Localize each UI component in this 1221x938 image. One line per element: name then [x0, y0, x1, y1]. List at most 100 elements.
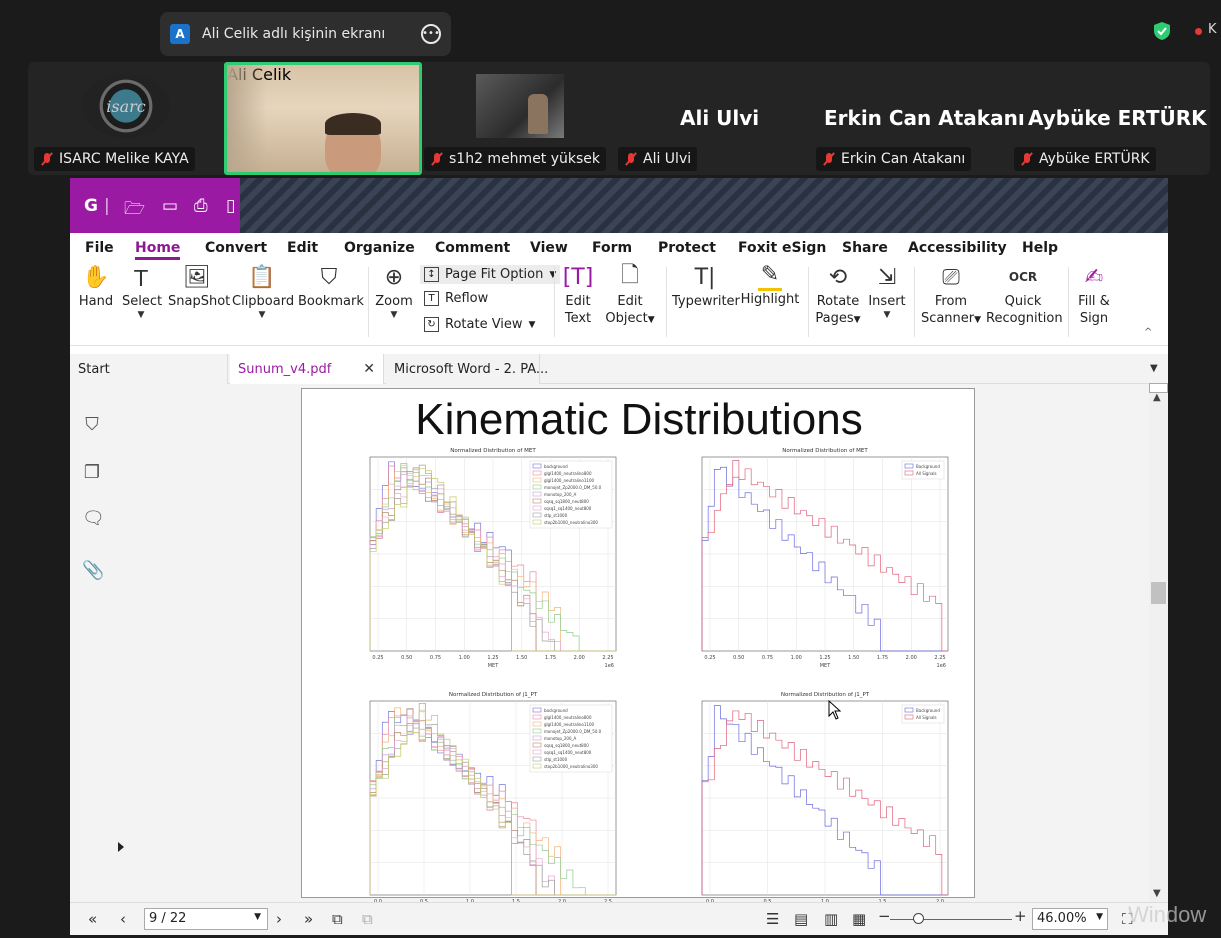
- menu-home[interactable]: Home: [135, 240, 181, 260]
- x-tick-label: 1.75: [545, 655, 556, 661]
- more-options-icon[interactable]: •••: [421, 24, 441, 44]
- edit-text-button[interactable]: [T] Edit Text: [560, 261, 596, 327]
- rotate-view-button[interactable]: ↻ Rotate View ▼: [424, 317, 535, 332]
- participant-display-name: Aybüke ERTÜRK: [1028, 106, 1207, 130]
- continuous-page-icon[interactable]: ▤: [794, 910, 808, 928]
- rotate-pages-button[interactable]: ⟲ Rotate Pages▼: [814, 261, 862, 329]
- zoom-level-input[interactable]: 46.00% ▼: [1032, 908, 1108, 930]
- menu-organize[interactable]: Organize: [344, 240, 415, 256]
- participant-tile[interactable]: Ali Ulvi Ali Ulvi: [618, 62, 808, 175]
- open-file-icon[interactable]: 🗁: [124, 196, 145, 225]
- continuous-facing-icon[interactable]: ▦: [852, 910, 866, 928]
- screen-share-banner[interactable]: A Ali Celik adlı kişinin ekranı •••: [160, 12, 451, 56]
- highlight-button[interactable]: ✎ Highlight: [740, 261, 800, 308]
- menu-accessibility[interactable]: Accessibility: [908, 240, 1007, 256]
- from-scanner-button[interactable]: ⎚ From Scanner▼: [920, 261, 982, 329]
- save-icon[interactable]: ▭: [162, 196, 178, 216]
- single-page-icon[interactable]: ☰: [766, 910, 779, 928]
- quick-recognition-button[interactable]: OCR Quick Recognition: [986, 261, 1063, 327]
- first-page-icon[interactable]: «: [88, 910, 97, 928]
- bookmark-panel-icon[interactable]: ⛉: [82, 414, 102, 436]
- legend-entry: sqsq_sq1800_neut800: [544, 499, 589, 504]
- document-view[interactable]: Kinematic Distributions Normalized Distr…: [125, 384, 1149, 902]
- x-axis-label: MET: [820, 663, 831, 669]
- menu-help[interactable]: Help: [1022, 240, 1058, 256]
- x-tick-label: 2.00: [906, 655, 917, 661]
- clipboard-button[interactable]: 📋 Clipboard ▼: [232, 261, 294, 321]
- x-tick-label: 0.25: [372, 655, 383, 661]
- print-icon[interactable]: ⎙: [194, 196, 208, 216]
- participant-strip: isarc ISARC Melike KAYA Ali Celik s1h2 m…: [28, 62, 1210, 175]
- menu-edit[interactable]: Edit: [287, 240, 318, 256]
- previous-page-icon[interactable]: ‹: [120, 910, 126, 928]
- menu-foxit-esign[interactable]: Foxit eSign: [738, 240, 826, 256]
- legend-entry: stlp_st1000: [544, 513, 568, 518]
- active-speaker-video[interactable]: Ali Celik: [224, 62, 422, 175]
- last-page-icon[interactable]: »: [304, 910, 313, 928]
- menu-protect[interactable]: Protect: [658, 240, 716, 256]
- select-tool-button[interactable]: Ｔ Select ▼: [122, 261, 162, 320]
- edit-object-button[interactable]: 🗋 Edit Object▼: [602, 261, 658, 329]
- plot-title: Normalized Distribution of j1_PT: [781, 692, 870, 698]
- menu-view[interactable]: View: [530, 240, 568, 256]
- menu-comment[interactable]: Comment: [435, 240, 510, 256]
- mic-muted-icon: [40, 152, 54, 166]
- fill-and-sign-button[interactable]: ✍ Fill & Sign: [1074, 261, 1114, 327]
- tab-microsoft-word[interactable]: Microsoft Word - 2. PA...: [386, 354, 548, 384]
- legend-entry: All Signals: [916, 471, 937, 476]
- menu-file[interactable]: File: [85, 240, 114, 256]
- scrollbar-thumb[interactable]: [1151, 582, 1166, 604]
- menu-form[interactable]: Form: [592, 240, 632, 256]
- tab-sunum-v4[interactable]: Sunum_v4.pdf ✕: [230, 354, 384, 384]
- snapshot-button[interactable]: 🖼 SnapShot: [168, 261, 230, 310]
- scroll-up-icon[interactable]: ▲: [1153, 392, 1161, 403]
- next-view-icon[interactable]: ⧉: [362, 910, 373, 928]
- close-tab-icon[interactable]: ✕: [363, 361, 375, 377]
- tab-start[interactable]: Start: [70, 354, 228, 384]
- scroll-down-icon[interactable]: ▼: [1153, 888, 1161, 899]
- go-to-view-icon[interactable]: ⧉: [332, 910, 343, 928]
- legend-entry: monotop_200_A: [544, 492, 577, 497]
- typewriter-button[interactable]: T| Typewriter: [672, 261, 740, 310]
- zoom-slider[interactable]: [890, 919, 1012, 920]
- menu-convert[interactable]: Convert: [205, 240, 267, 256]
- participant-tile[interactable]: Aybüke ERTÜRK Aybüke ERTÜRK: [1014, 62, 1210, 175]
- page-fit-option-button[interactable]: ↕ Page Fit Option ▼: [420, 265, 561, 284]
- next-page-icon[interactable]: ›: [276, 910, 282, 928]
- chevron-down-icon: ▼: [390, 310, 398, 320]
- facing-page-icon[interactable]: ▥: [824, 910, 838, 928]
- comments-panel-icon[interactable]: 🗨: [82, 508, 105, 530]
- mic-muted-icon: [822, 152, 836, 166]
- mic-muted-icon: [624, 152, 638, 166]
- tab-list-dropdown-icon[interactable]: ▼: [1150, 363, 1158, 374]
- vertical-scrollbar[interactable]: ▲ ▼: [1149, 383, 1168, 902]
- page-number-input[interactable]: 9 / 22 ▼: [144, 908, 268, 930]
- insert-button[interactable]: ⇲ Insert ▼: [868, 261, 906, 321]
- sharer-avatar: A: [170, 24, 190, 44]
- attachments-panel-icon[interactable]: 📎: [82, 560, 104, 582]
- zoom-out-icon[interactable]: −: [878, 907, 891, 925]
- pages-panel-icon[interactable]: ❐: [82, 462, 102, 484]
- participant-tile[interactable]: Erkin Can Atakanı Erkin Can Atakanı: [816, 62, 1025, 175]
- x-tick-label: 1.00: [791, 655, 802, 661]
- participant-display-name: Ali Ulvi: [680, 106, 760, 130]
- expand-sidebar-icon[interactable]: [118, 842, 124, 852]
- zoom-button[interactable]: ⊕ Zoom ▼: [374, 261, 414, 321]
- plot-j1pt-bg-vs-signal: Normalized Distribution of j1_PT 0.0 0.5 1.…: [672, 687, 958, 902]
- menu-share[interactable]: Share: [842, 240, 888, 256]
- zoom-slider-handle[interactable]: [913, 913, 924, 924]
- axis-offset-label: 1e6: [937, 663, 946, 669]
- bookmark-button[interactable]: ⛉ Bookmark: [298, 261, 364, 310]
- participant-tile[interactable]: isarc ISARC Melike KAYA: [28, 62, 218, 175]
- quick-access-icon[interactable]: ▯: [226, 196, 235, 216]
- share-label: Ali Celik adlı kişinin ekranı: [202, 26, 386, 42]
- zoom-in-icon[interactable]: +: [1014, 907, 1027, 925]
- security-shield-icon[interactable]: [1153, 21, 1171, 41]
- x-tick-label: 2.00: [574, 655, 585, 661]
- legend-entry: glgl1400_neutralino1100: [544, 722, 595, 727]
- participant-video-thumbnail: [476, 74, 564, 138]
- hand-tool-button[interactable]: ✋ Hand: [78, 261, 114, 310]
- collapse-ribbon-icon[interactable]: ^: [1144, 327, 1152, 338]
- participant-display-name: Erkin Can Atakanı: [824, 106, 1025, 130]
- reflow-button[interactable]: T Reflow: [424, 291, 488, 306]
